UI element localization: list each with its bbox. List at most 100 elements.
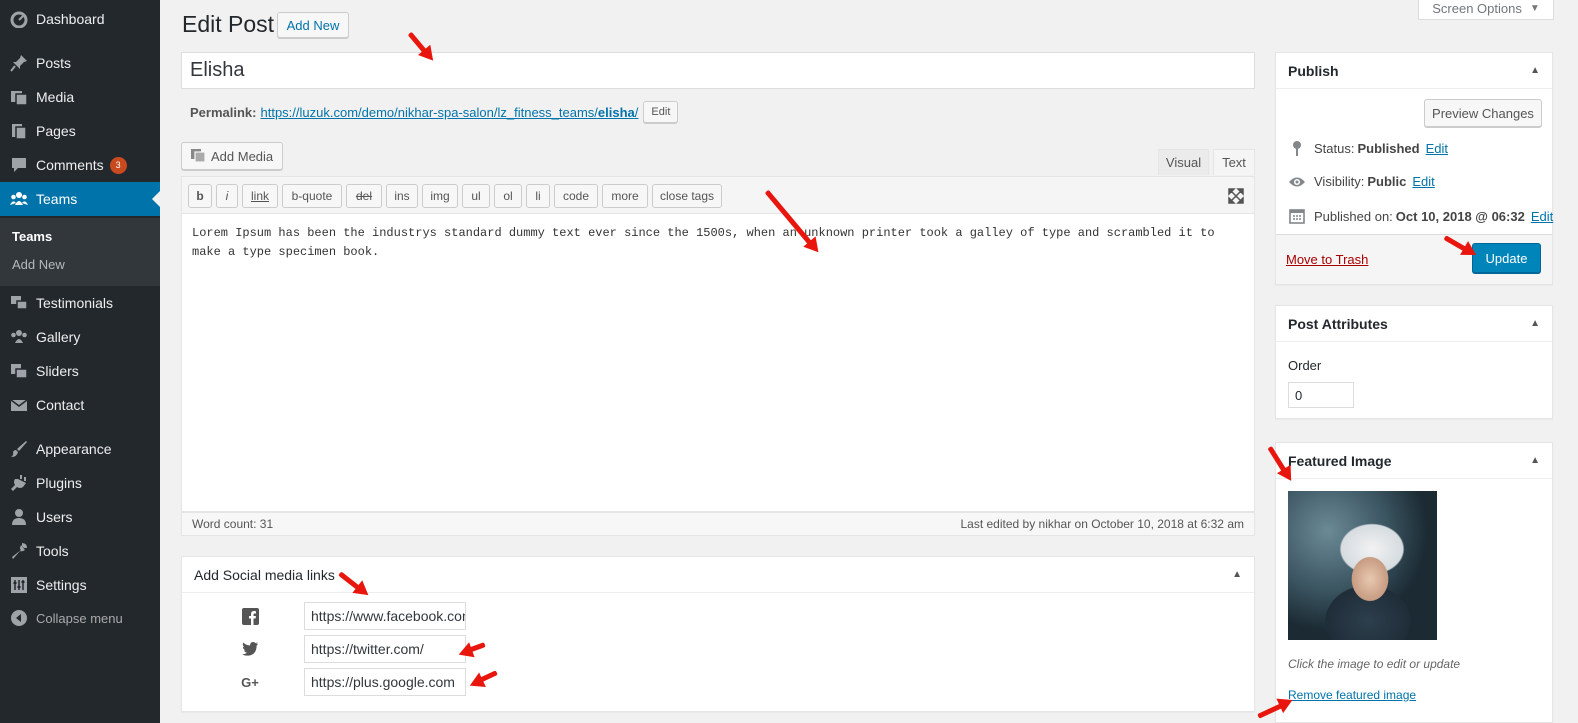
add-new-button[interactable]: Add New: [277, 12, 349, 38]
sidebar-item-sliders[interactable]: Sliders: [0, 354, 160, 388]
add-media-button[interactable]: Add Media: [181, 142, 283, 170]
post-attributes-header[interactable]: Post Attributes ▲: [1276, 306, 1552, 342]
qt-li-button[interactable]: li: [526, 184, 550, 208]
sidebar-item-label: Users: [36, 509, 73, 525]
sidebar-item-users[interactable]: Users: [0, 500, 160, 534]
update-button[interactable]: Update: [1472, 243, 1541, 273]
twitter-url-input[interactable]: https://twitter.com/: [304, 635, 466, 663]
pages-icon: [10, 122, 28, 140]
permalink-end: /: [634, 104, 639, 120]
last-edited: Last edited by nikhar on October 10, 201…: [960, 517, 1244, 531]
visibility-label: Visibility:: [1314, 174, 1365, 189]
wrench-icon: [10, 542, 28, 560]
qt-img-button[interactable]: img: [422, 184, 458, 208]
qt-bold-button[interactable]: b: [188, 184, 212, 208]
sidebar-item-label: Media: [36, 89, 75, 105]
publish-box: Publish ▲ Preview Changes Status: Publis…: [1275, 52, 1553, 285]
featured-image-thumbnail[interactable]: [1288, 491, 1437, 640]
fullscreen-icon[interactable]: [1228, 188, 1244, 207]
envelope-icon: [10, 396, 28, 414]
toggle-arrow-icon[interactable]: ▲: [1530, 65, 1540, 76]
move-to-trash-link[interactable]: Move to Trash: [1286, 252, 1368, 267]
sidebar-item-gallery[interactable]: Gallery: [0, 320, 160, 354]
sidebar-item-dashboard[interactable]: Dashboard: [0, 2, 160, 36]
submenu-item-add-new[interactable]: Add New: [12, 257, 65, 272]
screen-options-button[interactable]: Screen Options ▼: [1418, 0, 1554, 20]
tab-text[interactable]: Text: [1213, 149, 1255, 175]
qt-ul-button[interactable]: ul: [462, 184, 490, 208]
social-links-header[interactable]: Add Social media links ▲: [182, 557, 1254, 593]
featured-image-header[interactable]: Featured Image ▲: [1276, 443, 1552, 479]
toggle-arrow-icon[interactable]: ▲: [1232, 569, 1242, 580]
remove-featured-image-link[interactable]: Remove featured image: [1288, 688, 1416, 702]
comment-count-badge: 3: [109, 156, 127, 174]
sidebar-item-contact[interactable]: Contact: [0, 388, 160, 422]
sidebar-item-media[interactable]: Media: [0, 80, 160, 114]
submenu-item-teams[interactable]: Teams: [12, 229, 52, 244]
published-on-row: Published on: Oct 10, 2018 @ 06:32 Edit: [1288, 208, 1553, 224]
qt-bquote-button[interactable]: b-quote: [282, 184, 342, 208]
permalink-base: https://luzuk.com/demo/nikhar-spa-salon/…: [260, 104, 598, 120]
edit-permalink-button[interactable]: Edit: [643, 101, 679, 123]
qt-del-button[interactable]: del: [346, 184, 382, 208]
qt-more-button[interactable]: more: [602, 184, 648, 208]
qt-code-button[interactable]: code: [554, 184, 598, 208]
tab-visual[interactable]: Visual: [1158, 149, 1209, 175]
google-plus-icon: G+: [241, 674, 259, 690]
featured-image-box: Featured Image ▲ Click the image to edit…: [1275, 442, 1553, 723]
toggle-arrow-icon[interactable]: ▲: [1530, 455, 1540, 466]
collapse-menu-button[interactable]: Collapse menu: [0, 601, 160, 635]
qt-ol-button[interactable]: ol: [494, 184, 522, 208]
sidebar-item-pages[interactable]: Pages: [0, 114, 160, 148]
calendar-icon: [1288, 208, 1306, 224]
user-icon: [10, 508, 28, 526]
social-row-google-plus: G+ https://plus.google.com: [182, 668, 482, 696]
collapse-menu-label: Collapse menu: [36, 610, 123, 626]
screen-options-label: Screen Options: [1432, 1, 1522, 16]
preview-changes-button[interactable]: Preview Changes: [1424, 99, 1542, 127]
sidebar-item-settings[interactable]: Settings: [0, 568, 160, 602]
post-attributes-title: Post Attributes: [1288, 315, 1388, 332]
facebook-url-input[interactable]: https://www.facebook.com/: [304, 602, 466, 630]
sidebar-item-teams[interactable]: Teams: [0, 182, 160, 216]
edit-status-link[interactable]: Edit: [1426, 141, 1448, 156]
toggle-arrow-icon[interactable]: ▲: [1530, 318, 1540, 329]
social-row-facebook: https://www.facebook.com/: [182, 602, 482, 630]
post-content-textarea[interactable]: Lorem Ipsum has been the industrys stand…: [181, 214, 1255, 512]
qt-link-button[interactable]: link: [242, 184, 278, 208]
visibility-value: Public: [1367, 174, 1407, 189]
google-plus-url-input[interactable]: https://plus.google.com: [304, 668, 466, 696]
published-label: Published on:: [1314, 208, 1393, 224]
order-label: Order: [1288, 358, 1322, 373]
media-icon: [10, 88, 28, 106]
social-row-twitter: https://twitter.com/: [182, 635, 482, 663]
groups-icon: [10, 190, 28, 208]
permalink-link[interactable]: https://luzuk.com/demo/nikhar-spa-salon/…: [260, 105, 638, 120]
publish-header[interactable]: Publish ▲: [1276, 53, 1552, 89]
admin-sidebar: Dashboard Posts Media Pages Comments 3 T…: [0, 0, 160, 723]
featured-image-title: Featured Image: [1288, 452, 1392, 469]
page-title: Edit Post: [182, 11, 275, 37]
qt-italic-button[interactable]: i: [216, 184, 238, 208]
sidebar-item-posts[interactable]: Posts: [0, 46, 160, 80]
twitter-icon: [240, 639, 260, 659]
sidebar-item-appearance[interactable]: Appearance: [0, 432, 160, 466]
word-count: Word count: 31: [192, 517, 274, 531]
edit-visibility-link[interactable]: Edit: [1412, 174, 1434, 189]
sidebar-item-plugins[interactable]: Plugins: [0, 466, 160, 500]
sidebar-item-label: Comments: [36, 157, 104, 173]
qt-close-tags-button[interactable]: close tags: [652, 184, 722, 208]
status-row: Status: Published Edit: [1288, 140, 1448, 156]
sidebar-item-label: Settings: [36, 577, 87, 593]
visibility-row: Visibility: Public Edit: [1288, 174, 1435, 189]
qt-ins-button[interactable]: ins: [386, 184, 418, 208]
sidebar-item-label: Testimonials: [36, 295, 114, 311]
order-input[interactable]: 0: [1288, 382, 1354, 408]
sidebar-item-label: Gallery: [36, 329, 81, 345]
edit-date-link[interactable]: Edit: [1531, 209, 1553, 224]
sidebar-item-testimonials[interactable]: Testimonials: [0, 286, 160, 320]
settings-icon: [10, 576, 28, 594]
sidebar-item-comments[interactable]: Comments 3: [0, 148, 160, 182]
post-title-input[interactable]: Elisha: [181, 52, 1255, 89]
sidebar-item-tools[interactable]: Tools: [0, 534, 160, 568]
